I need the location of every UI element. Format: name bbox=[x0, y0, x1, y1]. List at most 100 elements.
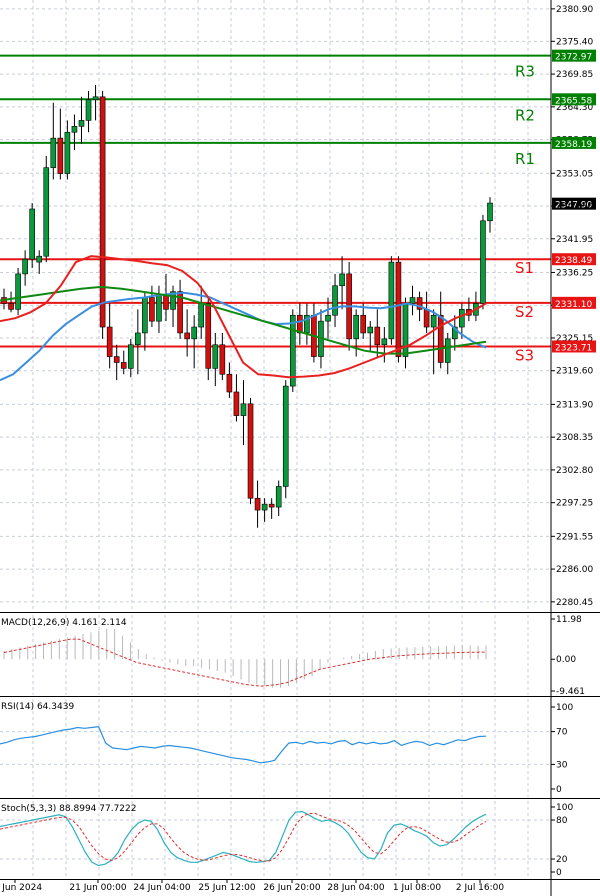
candle bbox=[282, 380, 289, 499]
level-tag-text-s1: 2338.49 bbox=[555, 256, 592, 266]
candle bbox=[184, 309, 190, 357]
candle bbox=[240, 380, 247, 446]
candle-body bbox=[233, 391, 240, 416]
candle-body bbox=[57, 137, 64, 174]
macd-panel: MACD(12,26,9) 4.161 2.114 bbox=[1, 618, 487, 688]
candle bbox=[191, 315, 197, 369]
candle-body bbox=[402, 303, 409, 357]
candle bbox=[205, 297, 212, 381]
stoch-d-line bbox=[0, 813, 487, 862]
candle bbox=[127, 338, 134, 378]
candle-body bbox=[388, 261, 395, 340]
level-tag-text-r1: 2358.19 bbox=[555, 140, 592, 150]
candle bbox=[332, 273, 338, 328]
level-label-s2: S2 bbox=[515, 303, 534, 321]
candle bbox=[156, 285, 162, 333]
candle-body bbox=[64, 131, 71, 174]
candle-body bbox=[268, 503, 275, 508]
stoch-tick-label: 0 bbox=[556, 868, 562, 878]
stoch-label: Stoch(5,3,3) 88.8994 77.7222 bbox=[1, 804, 136, 814]
candle bbox=[29, 203, 35, 269]
candle-body bbox=[240, 403, 247, 416]
rsi-tick-label: 0 bbox=[556, 785, 562, 795]
ma-blue-line bbox=[0, 291, 487, 382]
candle-body bbox=[339, 273, 345, 287]
candle bbox=[85, 90, 92, 133]
candle bbox=[430, 309, 437, 375]
candle-body bbox=[15, 273, 21, 310]
candle bbox=[135, 309, 141, 375]
candle-body bbox=[325, 314, 331, 322]
candle-body bbox=[71, 126, 78, 133]
candle-body bbox=[99, 96, 106, 328]
candle bbox=[247, 397, 254, 505]
macd-label: MACD(12,26,9) 4.161 2.114 bbox=[1, 618, 127, 628]
price-tick-label: 2280.45 bbox=[556, 598, 593, 608]
candle-body bbox=[127, 344, 134, 369]
candle bbox=[142, 291, 148, 351]
rsi-panel: RSI(14) 64.3439 bbox=[0, 702, 551, 765]
candle-body bbox=[106, 326, 113, 357]
candle bbox=[92, 85, 99, 121]
price-tick-label: 2375.40 bbox=[556, 37, 593, 47]
candle bbox=[466, 297, 472, 322]
candle bbox=[339, 256, 345, 310]
candle bbox=[275, 480, 282, 516]
candle-body bbox=[430, 314, 437, 328]
macd-signal-line bbox=[3, 638, 487, 687]
rsi-line bbox=[0, 726, 487, 764]
macd-tick-label: -9.461 bbox=[556, 687, 585, 697]
price-tick-label: 2291.55 bbox=[556, 532, 593, 542]
level-tag-text-r3: 2372.97 bbox=[555, 53, 592, 63]
price-tick-label: 2369.85 bbox=[556, 70, 593, 80]
candle-body bbox=[247, 403, 254, 499]
price-tick-label: 2286.00 bbox=[556, 565, 593, 575]
candle-body bbox=[459, 309, 465, 328]
candle-body bbox=[92, 96, 99, 101]
candle-body bbox=[184, 332, 190, 340]
candle-body bbox=[261, 503, 268, 511]
candle-body bbox=[135, 332, 141, 346]
x-tick-label: 2 Jul 16:00 bbox=[456, 883, 505, 893]
price-tick-label: 2336.25 bbox=[556, 268, 593, 278]
candle-body bbox=[29, 208, 35, 260]
candle bbox=[297, 303, 303, 345]
candle-body bbox=[78, 120, 85, 127]
price-panel: R3 R2 R1 S1 S2 S3 bbox=[0, 54, 551, 528]
level-tag-text-s2: 2331.10 bbox=[555, 300, 592, 310]
candle bbox=[57, 108, 64, 180]
level-tag-text-r2: 2365.58 bbox=[555, 96, 592, 106]
x-tick-label: 24 Jun 04:00 bbox=[133, 883, 190, 893]
candle-body bbox=[198, 303, 205, 328]
band-red-line bbox=[0, 255, 487, 379]
level-label-r1: R1 bbox=[515, 150, 535, 168]
candle-body bbox=[212, 344, 219, 369]
axes: 2347.902380.902375.402369.852364.302358.… bbox=[0, 0, 600, 896]
candle-body bbox=[205, 303, 212, 369]
candle-body bbox=[22, 258, 28, 275]
candle bbox=[374, 309, 381, 357]
candle-body bbox=[332, 285, 338, 316]
stoch-tick-label: 100 bbox=[556, 803, 573, 813]
price-tick-label: 2302.80 bbox=[556, 466, 593, 476]
candle-body bbox=[163, 294, 169, 310]
candle-body bbox=[50, 137, 57, 168]
x-tick-label: 25 Jun 12:00 bbox=[198, 883, 255, 893]
candle-body bbox=[219, 344, 226, 375]
price-tick-label: 2308.35 bbox=[556, 433, 593, 443]
candle-body bbox=[113, 356, 120, 363]
candle-body bbox=[43, 167, 50, 257]
x-tick-label: 1 Jul 08:00 bbox=[393, 883, 442, 893]
candle bbox=[219, 332, 226, 381]
price-tick-label: 2341.95 bbox=[556, 235, 593, 245]
candle-body bbox=[480, 220, 486, 304]
candle-body bbox=[8, 303, 14, 310]
chart-canvas: R3 R2 R1 S1 S2 S3 MACD(12,26,9) 4.161 2.114 R… bbox=[0, 0, 600, 896]
candle-body bbox=[395, 261, 402, 357]
candle bbox=[395, 256, 402, 363]
candle bbox=[423, 291, 430, 333]
candle-body bbox=[226, 373, 233, 393]
candle bbox=[78, 96, 85, 145]
candle bbox=[71, 114, 78, 150]
candle bbox=[36, 250, 43, 274]
